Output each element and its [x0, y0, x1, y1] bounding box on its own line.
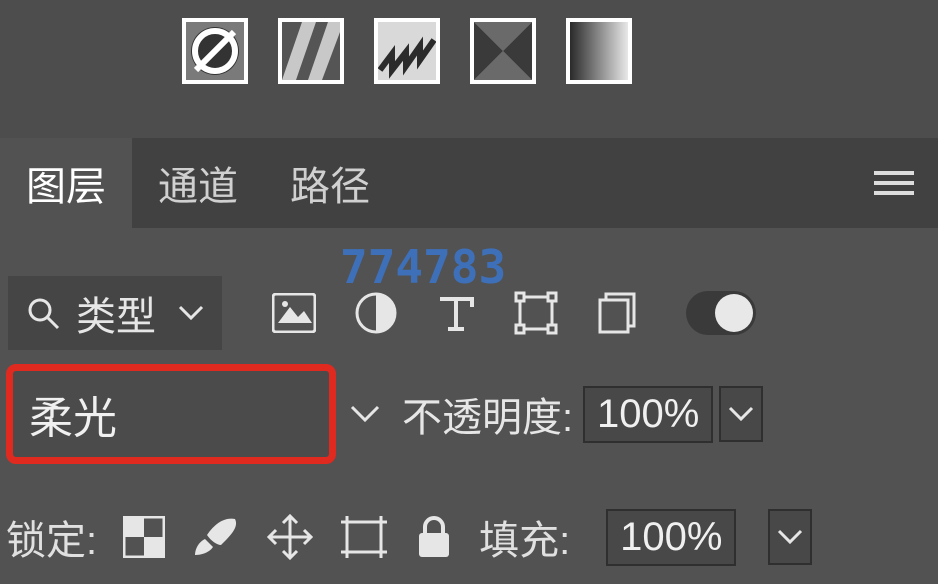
filter-toggle-knob — [715, 294, 753, 332]
blend-row: 柔光 不透明度: 100% — [0, 364, 938, 464]
lock-brush-icon[interactable] — [191, 515, 241, 559]
opacity-label: 不透明度: — [402, 385, 573, 443]
tab-layers[interactable]: 图层 — [0, 138, 132, 228]
blend-mode-chevron-icon[interactable] — [350, 405, 380, 423]
tab-channels[interactable]: 通道 — [132, 138, 264, 228]
lock-transparency-icon[interactable] — [123, 516, 165, 558]
thumb-envelope[interactable] — [470, 18, 536, 84]
kind-filter-label: 类型 — [76, 284, 156, 342]
thumb-stripes[interactable] — [278, 18, 344, 84]
search-icon — [26, 296, 60, 330]
thumb-denied[interactable] — [182, 18, 248, 84]
opacity-value[interactable]: 100% — [583, 386, 713, 443]
filter-type-icons — [272, 290, 756, 336]
filter-adjustment-icon[interactable] — [354, 291, 398, 335]
blend-mode-value[interactable]: 柔光 — [29, 382, 117, 446]
blend-mode-highlight: 柔光 — [6, 364, 336, 464]
thumb-gradient[interactable] — [566, 18, 632, 84]
panel-menu-icon[interactable] — [874, 169, 914, 197]
lock-artboard-icon[interactable] — [339, 514, 389, 560]
opacity-chevron-icon[interactable] — [719, 386, 763, 442]
filter-type-text-icon[interactable] — [436, 293, 476, 333]
chevron-down-icon — [178, 305, 204, 321]
thumb-zigzag[interactable] — [374, 18, 440, 84]
fill-value[interactable]: 100% — [606, 509, 736, 566]
panel-tab-strip: 图层 通道 路径 — [0, 138, 938, 228]
lock-label: 锁定: — [6, 508, 97, 566]
filter-shape-icon[interactable] — [514, 291, 558, 335]
fill-label: 填充: — [479, 508, 570, 566]
opacity-control: 不透明度: 100% — [402, 385, 763, 443]
watermark-text: 774783 — [340, 240, 506, 294]
filter-pixel-icon[interactable] — [272, 293, 316, 333]
lock-position-icon[interactable] — [267, 514, 313, 560]
fill-chevron-icon[interactable] — [768, 509, 812, 565]
filter-toggle[interactable] — [686, 291, 756, 335]
lock-all-icon[interactable] — [415, 515, 453, 559]
lock-row: 锁定: 填充: 100% — [6, 508, 932, 566]
filter-smartobject-icon[interactable] — [596, 290, 638, 336]
tab-paths[interactable]: 路径 — [264, 138, 396, 228]
top-thumbnail-strip — [182, 18, 632, 84]
kind-filter-dropdown[interactable]: 类型 — [8, 276, 222, 350]
